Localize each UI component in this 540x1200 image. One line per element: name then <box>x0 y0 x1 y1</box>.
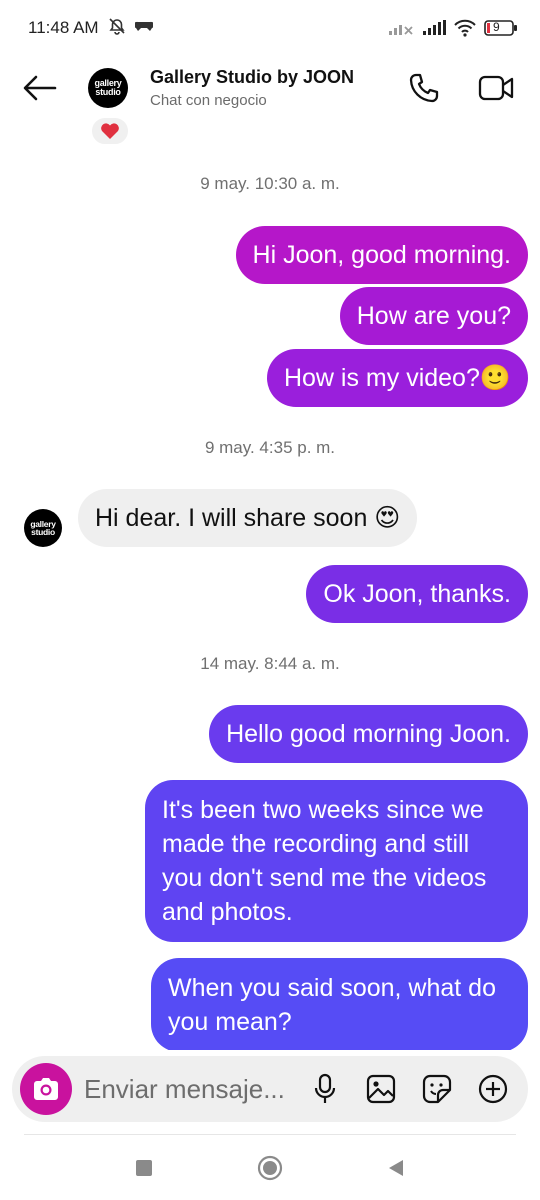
back-nav-button[interactable] <box>376 1148 416 1188</box>
phone-icon <box>409 73 439 103</box>
message-list[interactable]: 9 may. 10:30 a. m. Hi Joon, good morning… <box>0 112 540 1050</box>
message-bubble-outgoing[interactable]: Hello good morning Joon. <box>209 705 528 763</box>
gamepad-icon <box>133 18 154 38</box>
sticker-button[interactable] <box>420 1072 454 1106</box>
back-button[interactable] <box>14 62 66 114</box>
timestamp: 9 may. 4:35 p. m. <box>204 438 336 457</box>
recents-button[interactable] <box>124 1148 164 1188</box>
camera-button[interactable] <box>20 1063 72 1115</box>
contact-name: Gallery Studio by JOON <box>150 67 355 87</box>
message-bubble-outgoing[interactable]: It's been two weeks since we made the re… <box>145 780 528 942</box>
microphone-icon <box>314 1073 336 1103</box>
plus-circle-icon <box>478 1074 508 1104</box>
bell-off-icon <box>107 16 127 41</box>
timestamp: 9 may. 10:30 a. m. <box>200 174 340 193</box>
more-options-button[interactable] <box>476 1072 510 1106</box>
contact-subtitle: Chat con negocio <box>150 92 267 109</box>
home-button[interactable] <box>250 1148 290 1188</box>
voice-call-button[interactable] <box>406 70 442 106</box>
voice-message-button[interactable] <box>308 1072 342 1106</box>
message-bubble-incoming[interactable]: Hi dear. I will share soon 😍 <box>78 489 418 547</box>
image-icon <box>366 1074 396 1104</box>
timestamp: 14 may. 8:44 a. m. <box>200 654 340 673</box>
battery-level: 9 <box>493 20 500 34</box>
system-nav-bar <box>0 1136 540 1200</box>
status-bar: 11:48 AM 9 <box>0 0 540 56</box>
wifi-icon <box>454 19 476 37</box>
contact-avatar[interactable]: gallery studio <box>88 68 128 108</box>
heart-reaction[interactable] <box>90 116 130 146</box>
triangle-back-icon <box>389 1160 403 1176</box>
message-bubble-outgoing[interactable]: Hi Joon, good morning. <box>235 226 528 284</box>
camera-icon <box>34 1078 58 1100</box>
contact-info[interactable]: Gallery Studio by JOON Chat con negocio <box>150 67 354 109</box>
circle-icon <box>257 1155 283 1181</box>
status-time: 11:48 AM <box>28 18 99 37</box>
message-bubble-outgoing[interactable]: When you said soon, what do you mean? <box>151 958 528 1050</box>
heart-icon <box>101 123 119 139</box>
message-composer <box>12 1056 528 1122</box>
square-icon <box>136 1160 152 1176</box>
nav-divider <box>24 1134 516 1135</box>
video-call-button[interactable] <box>478 70 514 106</box>
contact-avatar-small[interactable]: gallery studio <box>24 509 62 547</box>
chat-header: gallery studio Gallery Studio by JOON Ch… <box>0 56 540 120</box>
message-input[interactable] <box>84 1073 304 1105</box>
signal-no-sim-icon <box>388 20 414 36</box>
message-bubble-outgoing[interactable]: Ok Joon, thanks. <box>306 565 528 623</box>
video-camera-icon <box>478 75 514 101</box>
message-bubble-outgoing[interactable]: How are you? <box>339 287 528 345</box>
gallery-button[interactable] <box>364 1072 398 1106</box>
arrow-left-icon <box>23 75 57 101</box>
battery-icon: 9 <box>484 19 518 37</box>
sticker-icon <box>422 1074 452 1104</box>
message-bubble-outgoing[interactable]: How is my video?🙂 <box>266 349 528 407</box>
signal-icon <box>422 20 446 36</box>
